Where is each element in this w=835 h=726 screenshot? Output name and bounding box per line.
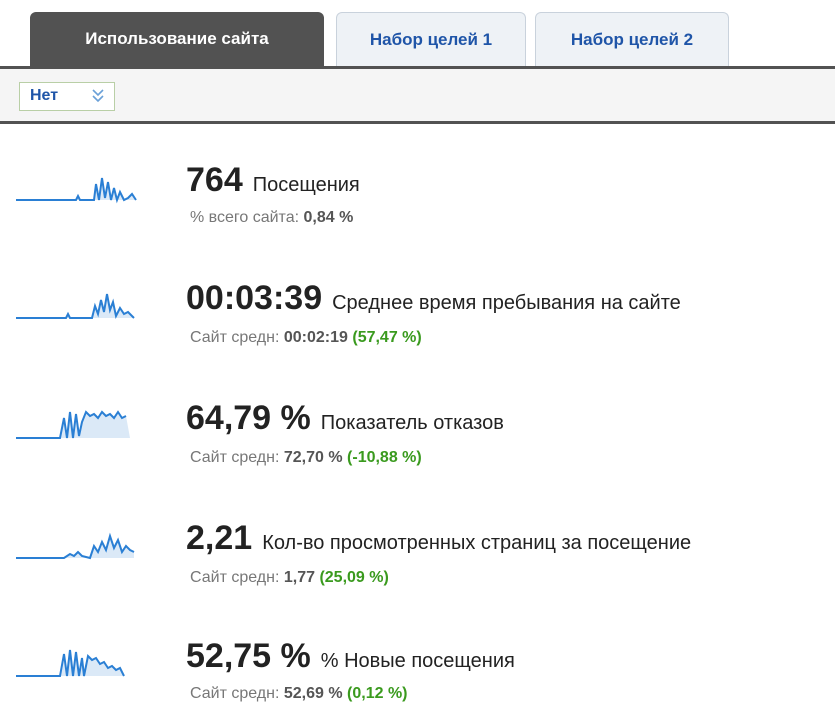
metric-bounce-rate: 64,79 % Показатель отказов Сайт средн: 72… <box>0 398 835 488</box>
metric-label: Показатель отказов <box>320 412 504 434</box>
metric-value: 764 Посещения <box>186 161 360 199</box>
segment-select-value: Нет <box>30 87 59 104</box>
metric-comparison: Сайт средн: 1,77 (25,09 %) <box>190 569 389 586</box>
sparkline-avg-time[interactable] <box>16 282 166 322</box>
metric-comparison: Сайт средн: 00:02:19 (57,47 %) <box>190 329 422 346</box>
sparkline-new-visits[interactable] <box>16 640 166 680</box>
segment-toolbar: Нет <box>0 66 835 124</box>
metric-comparison: Сайт средн: 52,69 % (0,12 %) <box>190 685 408 702</box>
metric-comparison: Сайт средн: 72,70 % (-10,88 %) <box>190 449 422 466</box>
metric-value: 2,21 Кол-во просмотренных страниц за посе… <box>186 519 692 557</box>
metric-value: 52,75 %% Новые посещения <box>186 637 515 675</box>
metric-value: 64,79 % Показатель отказов <box>186 399 504 437</box>
metric-label: Посещения <box>252 174 360 196</box>
tab-site-usage[interactable]: Использование сайта <box>30 12 324 66</box>
sparkline-bounce-rate[interactable] <box>16 402 166 442</box>
metric-value: 00:03:39 Среднее время пребывания на сайт… <box>186 279 681 317</box>
metric-label: Среднее время пребывания на сайте <box>332 292 681 314</box>
segment-select[interactable]: Нет <box>19 82 115 111</box>
metric-avg-time: 00:03:39 Среднее время пребывания на сайт… <box>0 278 835 368</box>
tab-goal-set-1[interactable]: Набор целей 1 <box>336 12 526 66</box>
metric-label: % Новые посещения <box>320 650 515 672</box>
tab-goal-set-2[interactable]: Набор целей 2 <box>535 12 729 66</box>
sparkline-visits[interactable] <box>16 164 166 204</box>
metric-visits: 764 Посещения % всего сайта: 0,84 % <box>0 160 835 250</box>
double-chevron-down-icon <box>89 86 107 106</box>
metric-label: Кол-во просмотренных страниц за посещени… <box>262 532 692 554</box>
metric-comparison: % всего сайта: 0,84 % <box>190 209 354 226</box>
sparkline-pages-per-visit[interactable] <box>16 522 166 562</box>
metric-pages-per-visit: 2,21 Кол-во просмотренных страниц за посе… <box>0 518 835 608</box>
